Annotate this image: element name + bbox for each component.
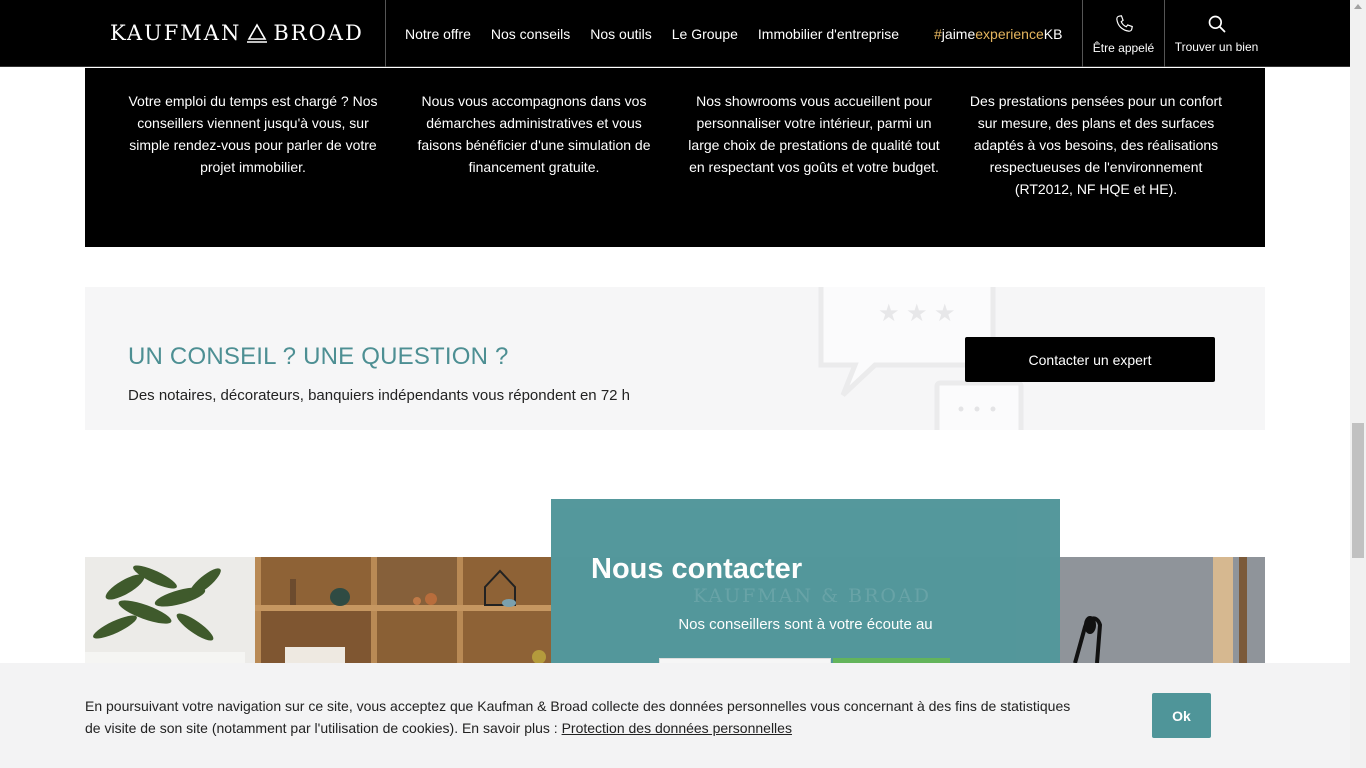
hashtag-part-kb: KB bbox=[1043, 25, 1063, 42]
find-property-button[interactable]: Trouver un bien bbox=[1164, 0, 1268, 67]
call-me-button[interactable]: Être appelé bbox=[1082, 0, 1164, 67]
main-nav: Notre offre Nos conseils Nos outils Le G… bbox=[405, 0, 899, 67]
svg-text:★: ★ bbox=[934, 299, 956, 327]
logo-text-right: BROAD bbox=[273, 21, 364, 45]
feature-text-comfort: Des prestations pensées pour un confort … bbox=[969, 93, 1223, 197]
feature-text-showrooms: Nos showrooms vous accueillent pour pers… bbox=[688, 93, 940, 175]
nav-nos-conseils[interactable]: Nos conseils bbox=[491, 26, 570, 42]
scrollbar-thumb[interactable] bbox=[1352, 423, 1364, 558]
site-header: KAUFMAN BROAD Notre offre Nos conseils N… bbox=[0, 0, 1350, 67]
expert-question-block: ★ ★ ★ UN CONSEIL ? UNE QUESTION ? Des no… bbox=[85, 287, 1265, 430]
contact-expert-button[interactable]: Contacter un expert bbox=[965, 337, 1215, 382]
nav-notre-offre[interactable]: Notre offre bbox=[405, 26, 471, 42]
hashtag-jaimelexperiencekb-link[interactable]: # jaime experience KB bbox=[934, 0, 1062, 67]
contact-panel: Nous contacter KAUFMAN & BROAD Nos conse… bbox=[551, 499, 1060, 663]
cookie-text: En poursuivant votre navigation sur ce s… bbox=[85, 695, 1085, 739]
kaufman-broad-logo[interactable]: KAUFMAN BROAD bbox=[110, 20, 364, 46]
logo-text-left: KAUFMAN bbox=[110, 21, 242, 45]
header-divider bbox=[385, 0, 386, 67]
cookie-ok-button[interactable]: Ok bbox=[1152, 693, 1211, 738]
logo-triangle-icon bbox=[247, 23, 268, 43]
scroll-up-arrow-icon[interactable] bbox=[1354, 4, 1362, 9]
phone-icon bbox=[1115, 14, 1133, 32]
page-scrollbar[interactable] bbox=[1350, 0, 1366, 768]
nav-le-groupe[interactable]: Le Groupe bbox=[672, 26, 738, 42]
features-band: Votre emploi du temps est chargé ? Nos c… bbox=[85, 68, 1265, 247]
question-subtitle: Des notaires, décorateurs, banquiers ind… bbox=[128, 387, 631, 404]
contact-subtitle: Nos conseillers sont à votre écoute au bbox=[678, 616, 933, 633]
hashtag-part-experience: experience bbox=[975, 25, 1044, 42]
nav-immobilier-entreprise[interactable]: Immobilier d'entreprise bbox=[758, 26, 899, 42]
feature-text-financing: Nous vous accompagnons dans vos démarche… bbox=[417, 93, 651, 175]
hashtag-part-jaime: jaime bbox=[941, 25, 976, 42]
cookie-banner: En poursuivant votre navigation sur ce s… bbox=[0, 663, 1350, 768]
feature-text-appointment: Votre emploi du temps est chargé ? Nos c… bbox=[128, 93, 378, 175]
svg-text:★: ★ bbox=[878, 299, 900, 327]
question-title: UN CONSEIL ? UNE QUESTION ? bbox=[128, 343, 509, 370]
privacy-policy-link[interactable]: Protection des données personnelles bbox=[562, 720, 792, 736]
contact-watermark-logo: KAUFMAN & BROAD bbox=[693, 585, 931, 607]
svg-text:★: ★ bbox=[906, 299, 928, 327]
find-property-label: Trouver un bien bbox=[1174, 39, 1259, 54]
contact-title: Nous contacter bbox=[591, 553, 803, 585]
hashtag-hash: # bbox=[934, 25, 942, 42]
nav-nos-outils[interactable]: Nos outils bbox=[590, 26, 651, 42]
call-me-label: Être appelé bbox=[1092, 40, 1155, 55]
search-icon bbox=[1208, 15, 1225, 32]
